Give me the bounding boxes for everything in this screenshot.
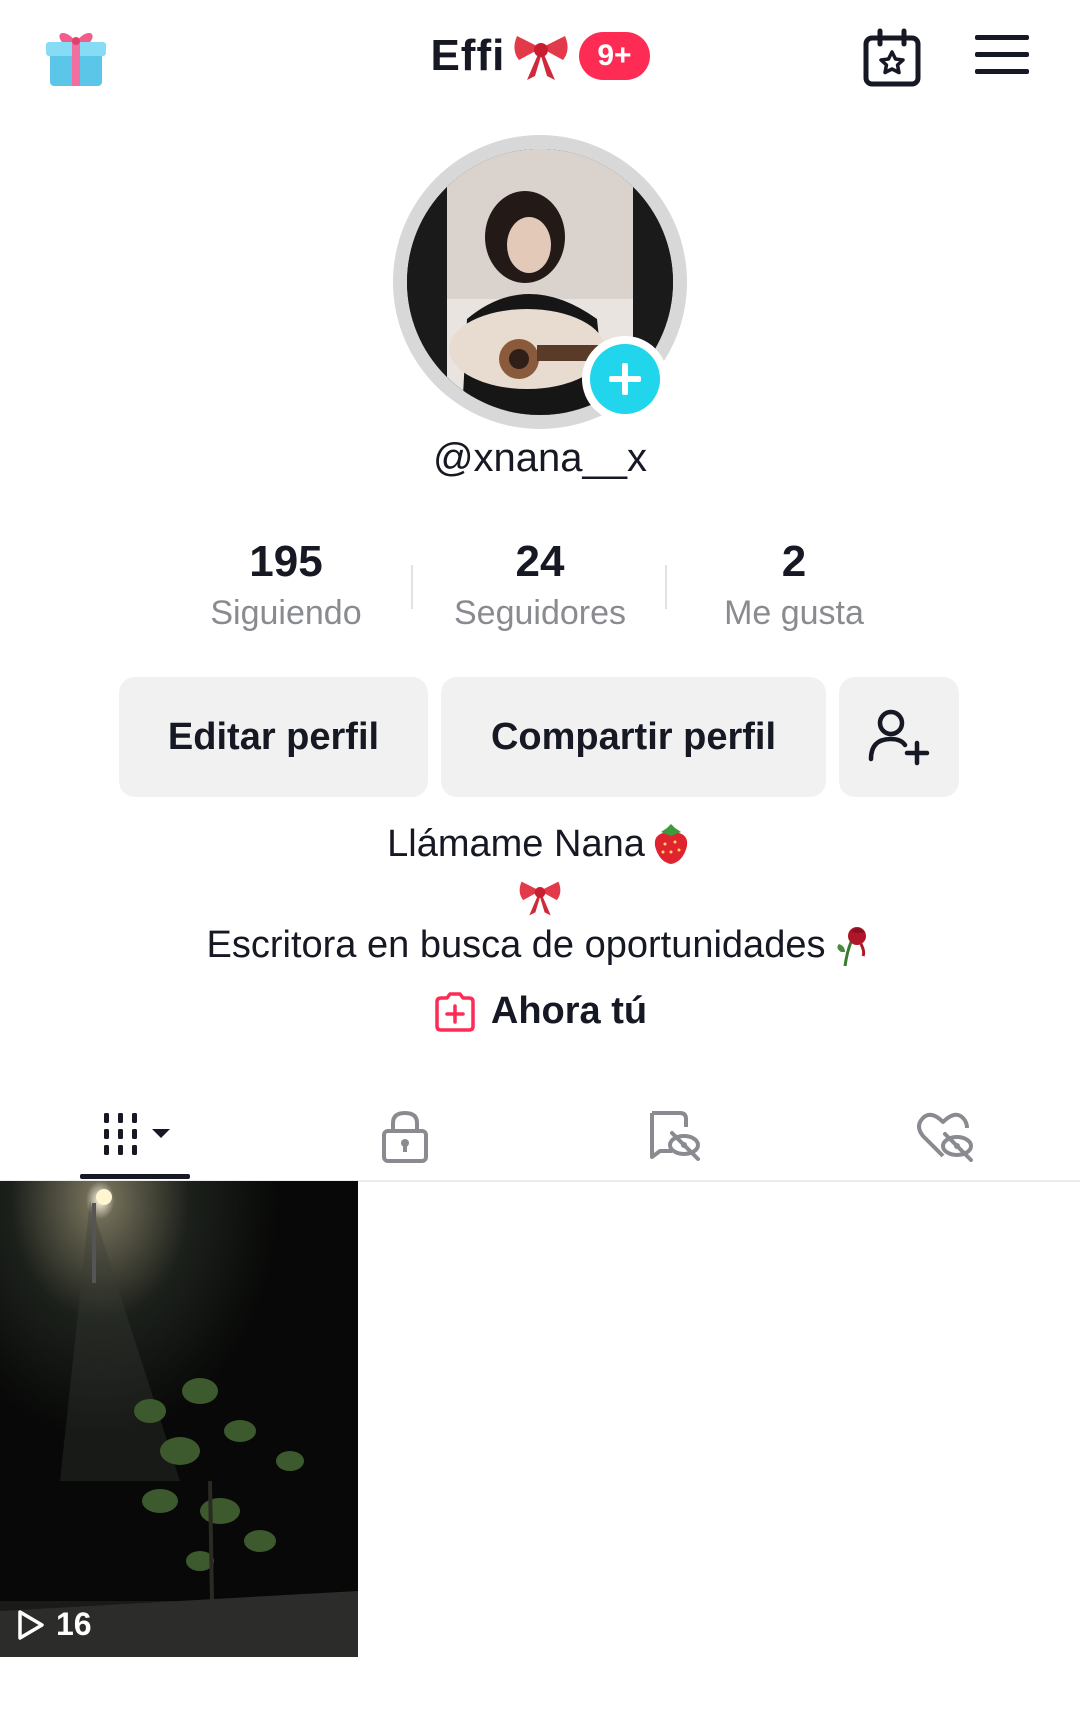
stat-followers-label: Seguidores [453,594,626,632]
active-tab-indicator [80,1174,190,1179]
stat-divider [665,565,667,609]
bio: Escritora en busca de oportunidades [0,922,1080,968]
videos-grid-icon [104,1113,170,1155]
now-camera-icon [435,991,475,1032]
bio-text-3: Escritora en busca de oportunidades [206,923,826,966]
menu-icon[interactable] [975,33,1029,77]
video-thumbnail[interactable]: 16 [0,1181,358,1657]
now-label: Ahora tú [490,990,648,1032]
add-user-icon [868,709,930,766]
tab-liked[interactable] [810,1090,1080,1182]
stats-row: 195 Siguiendo 24 Seguidores 2 Me gusta [0,532,1080,642]
bio-line-3: Escritora en busca de oportunidades [0,922,1080,968]
add-friend-button[interactable] [839,677,959,797]
edit-profile-button[interactable]: Editar perfil [119,677,428,797]
bio-line-1: Llámame Nana [0,822,1080,866]
calendar-star-icon[interactable] [862,28,922,88]
content-tabs [0,1090,1080,1182]
view-count-text: 16 [56,1606,92,1642]
stat-followers-count: 24 [515,537,565,586]
now-button[interactable]: Ahora tú [0,990,1080,1033]
tab-reposts[interactable] [540,1090,810,1182]
tab-videos[interactable] [0,1090,270,1182]
stat-likes-label: Me gusta [724,594,864,632]
stat-following[interactable]: 195 Siguiendo [166,532,406,633]
stat-following-count: 195 [249,537,323,586]
lock-icon [382,1110,428,1163]
stat-followers[interactable]: 24 Seguidores [420,532,660,633]
add-avatar-button[interactable] [582,336,668,422]
video-view-count: 16 [16,1606,92,1643]
video-thumbnail-image [0,1181,358,1657]
share-profile-button[interactable]: Compartir perfil [441,677,826,797]
notification-badge[interactable]: 9+ [579,32,650,80]
stat-divider [411,565,413,609]
top-bar: Effi 9+ [0,0,1080,120]
page-title: Effi [430,31,506,80]
stat-following-label: Siguiendo [210,594,362,632]
username: @xnana__x [432,436,648,480]
wilted-rose-icon [837,927,867,967]
bow-icon [511,30,571,82]
plus-icon [590,344,660,414]
strawberry-icon [654,824,688,864]
bio-text-1: Llámame Nana [387,822,645,865]
stat-likes[interactable]: 2 Me gusta [674,532,914,633]
tab-private[interactable] [270,1090,540,1182]
liked-hidden-icon [917,1112,973,1162]
stat-likes-count: 2 [781,537,807,586]
play-icon [18,1609,44,1640]
repost-hidden-icon [650,1111,700,1161]
bow-icon [517,876,563,923]
bio: Llámame Nana [0,822,1080,866]
